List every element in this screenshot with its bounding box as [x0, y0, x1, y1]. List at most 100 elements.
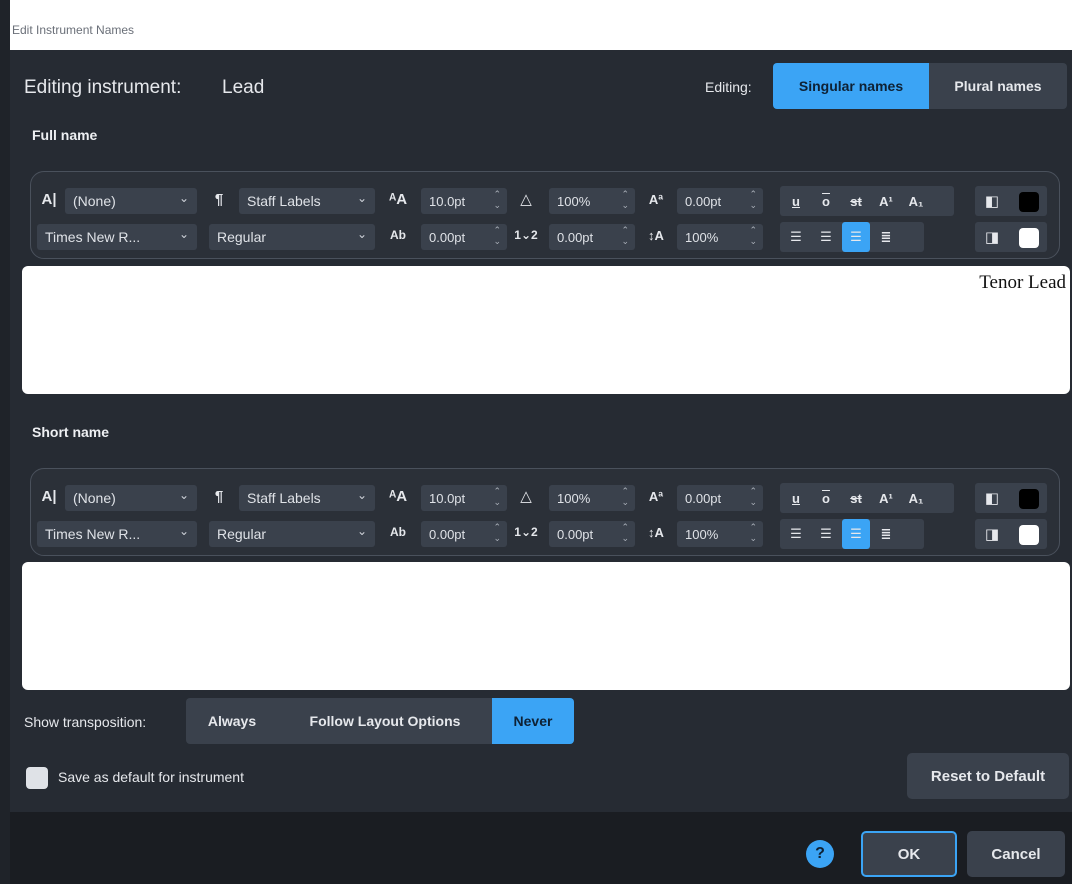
- align-center-button[interactable]: ☰: [812, 519, 840, 549]
- foreground-color-icon: ◧: [984, 193, 1000, 210]
- align-right-button[interactable]: ☰: [842, 222, 870, 252]
- short-alignment-buttons: ☰ ☰ ☰ ≣: [780, 519, 924, 549]
- show-transposition-label: Show transposition:: [24, 714, 147, 730]
- short-background-color-button[interactable]: ◨: [975, 519, 1047, 549]
- short-para-style-select[interactable]: Staff Labels ⌄: [239, 485, 375, 511]
- short-scale-spinbox[interactable]: 100% ⌃ ⌄: [549, 485, 635, 511]
- character-style-icon: A|: [41, 190, 57, 208]
- reset-to-default-button[interactable]: Reset to Default: [907, 753, 1069, 799]
- chevron-down-icon: ⌄: [356, 191, 367, 205]
- align-justify-button[interactable]: ≣: [872, 222, 900, 252]
- chevron-down-icon: ⌄: [178, 191, 189, 205]
- full-scale-spinbox[interactable]: 100% ⌃ ⌄: [549, 188, 635, 214]
- align-right-button[interactable]: ☰: [842, 519, 870, 549]
- full-para-style-select[interactable]: Staff Labels ⌄: [239, 188, 375, 214]
- baseline-shift-icon: Aª: [648, 488, 664, 504]
- transposition-never-button[interactable]: Never: [492, 698, 574, 744]
- strikethrough-button[interactable]: st: [842, 186, 870, 216]
- short-font-select[interactable]: Times New R... ⌄: [37, 521, 197, 547]
- spin-arrows-icon[interactable]: ⌃ ⌄: [749, 522, 757, 544]
- short-char-style-value: (None): [73, 490, 116, 506]
- short-line-spacing-spinbox[interactable]: 100% ⌃ ⌄: [677, 521, 763, 547]
- help-icon[interactable]: ?: [806, 840, 834, 868]
- full-baseline-value: 0.00pt: [685, 193, 722, 209]
- foreground-color-swatch: [1019, 489, 1039, 509]
- align-center-button[interactable]: ☰: [812, 222, 840, 252]
- short-font-value: Times New R...: [45, 526, 141, 542]
- overline-button[interactable]: o: [812, 483, 840, 513]
- full-spacing-spinbox[interactable]: 0.00pt ⌃ ⌄: [549, 224, 635, 250]
- short-spacing-spinbox[interactable]: 0.00pt ⌃ ⌄: [549, 521, 635, 547]
- character-spacing-icon: 1⌄2: [514, 228, 538, 242]
- spin-arrows-icon[interactable]: ⌃ ⌄: [493, 225, 501, 247]
- full-name-editor[interactable]: Tenor Lead: [22, 266, 1070, 394]
- background-color-icon: ◨: [984, 229, 1000, 246]
- short-font-style-select[interactable]: Regular ⌄: [209, 521, 375, 547]
- full-background-color-button[interactable]: ◨: [975, 222, 1047, 252]
- full-char-style-select[interactable]: (None) ⌄: [65, 188, 197, 214]
- spin-arrows-icon[interactable]: ⌃ ⌄: [749, 189, 757, 211]
- foreground-color-icon: ◧: [984, 490, 1000, 507]
- spin-arrows-icon[interactable]: ⌃ ⌄: [493, 486, 501, 508]
- tab-singular-names[interactable]: Singular names: [773, 63, 929, 109]
- full-font-style-select[interactable]: Regular ⌄: [209, 224, 375, 250]
- cancel-button[interactable]: Cancel: [967, 831, 1065, 877]
- short-char-style-select[interactable]: (None) ⌄: [65, 485, 197, 511]
- background-color-swatch: [1019, 228, 1039, 248]
- save-default-checkbox[interactable]: [26, 767, 48, 789]
- full-baseline-spinbox[interactable]: 0.00pt ⌃ ⌄: [677, 188, 763, 214]
- strikethrough-button[interactable]: st: [842, 483, 870, 513]
- spin-arrows-icon[interactable]: ⌃ ⌄: [749, 486, 757, 508]
- edit-instrument-names-dialog: Editing instrument: Lead Editing: Singul…: [10, 50, 1072, 884]
- underline-button[interactable]: u: [782, 186, 810, 216]
- tab-plural-names[interactable]: Plural names: [929, 63, 1067, 109]
- spin-arrows-icon[interactable]: ⌃ ⌄: [621, 189, 629, 211]
- full-char-style-value: (None): [73, 193, 116, 209]
- spin-arrows-icon[interactable]: ⌃ ⌄: [621, 486, 629, 508]
- full-foreground-color-button[interactable]: ◧: [975, 186, 1047, 216]
- align-left-button[interactable]: ☰: [782, 222, 810, 252]
- chevron-down-icon: ⌄: [178, 488, 189, 502]
- full-alignment-buttons: ☰ ☰ ☰ ≣: [780, 222, 924, 252]
- full-font-select[interactable]: Times New R... ⌄: [37, 224, 197, 250]
- short-baseline-spinbox[interactable]: 0.00pt ⌃ ⌄: [677, 485, 763, 511]
- full-scale-value: 100%: [557, 193, 591, 209]
- short-foreground-color-button[interactable]: ◧: [975, 483, 1047, 513]
- full-font-value: Times New R...: [45, 229, 141, 245]
- spin-arrows-icon[interactable]: ⌃ ⌄: [493, 522, 501, 544]
- align-left-button[interactable]: ☰: [782, 519, 810, 549]
- background-color-icon: ◨: [984, 526, 1000, 543]
- ok-button[interactable]: OK: [861, 831, 957, 877]
- full-size-spinbox[interactable]: 10.0pt ⌃ ⌄: [421, 188, 507, 214]
- subscript-button[interactable]: A₁: [902, 186, 930, 216]
- short-name-text-toolbar: A| (None) ⌄ ¶ Staff Labels ⌄ ᴬA 10.0pt ⌃ ⌄ △…: [30, 468, 1060, 556]
- chevron-down-icon: ⌄: [356, 524, 367, 538]
- paragraph-style-icon: ¶: [214, 190, 224, 208]
- short-tracking-spinbox[interactable]: 0.00pt ⌃ ⌄: [421, 521, 507, 547]
- spin-arrows-icon[interactable]: ⌃ ⌄: [493, 189, 501, 211]
- full-name-text-toolbar: A| (None) ⌄ ¶ Staff Labels ⌄ ᴬA 10.0pt ⌃ ⌄ △…: [30, 171, 1060, 259]
- subscript-button[interactable]: A₁: [902, 483, 930, 513]
- full-line-spacing-value: 100%: [685, 229, 719, 245]
- full-para-style-value: Staff Labels: [247, 193, 321, 209]
- transposition-follow-layout-button[interactable]: Follow Layout Options: [278, 698, 492, 744]
- tracking-icon: Ab: [390, 525, 406, 539]
- spin-arrows-icon[interactable]: ⌃ ⌄: [749, 225, 757, 247]
- transposition-always-button[interactable]: Always: [186, 698, 278, 744]
- full-tracking-spinbox[interactable]: 0.00pt ⌃ ⌄: [421, 224, 507, 250]
- short-name-editor[interactable]: [22, 562, 1070, 690]
- spin-arrows-icon[interactable]: ⌃ ⌄: [621, 225, 629, 247]
- scale-icon: △: [520, 191, 532, 208]
- spin-arrows-icon[interactable]: ⌃ ⌄: [621, 522, 629, 544]
- instrument-name: Lead: [222, 77, 265, 98]
- overline-button[interactable]: o: [812, 186, 840, 216]
- short-format-buttons: u o st A¹ A₁: [780, 483, 954, 513]
- short-size-spinbox[interactable]: 10.0pt ⌃ ⌄: [421, 485, 507, 511]
- foreground-color-swatch: [1019, 192, 1039, 212]
- full-line-spacing-spinbox[interactable]: 100% ⌃ ⌄: [677, 224, 763, 250]
- dialog-footer: ? OK Cancel: [10, 812, 1072, 884]
- superscript-button[interactable]: A¹: [872, 186, 900, 216]
- align-justify-button[interactable]: ≣: [872, 519, 900, 549]
- underline-button[interactable]: u: [782, 483, 810, 513]
- superscript-button[interactable]: A¹: [872, 483, 900, 513]
